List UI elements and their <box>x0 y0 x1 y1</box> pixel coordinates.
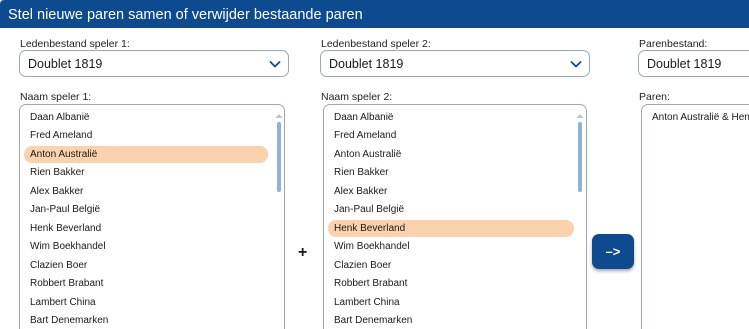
list-item[interactable]: Bart Denemarken <box>328 312 574 329</box>
list-item[interactable]: Fred Ameland <box>24 127 268 144</box>
list-item[interactable]: Robbert Brabant <box>328 275 574 292</box>
pairs-listbox[interactable]: Anton Australië & Henk Beverland <box>641 104 749 329</box>
chevron-down-icon <box>269 60 281 68</box>
player2-name-label: Naam speler 2: <box>321 91 393 103</box>
list-item[interactable]: Alex Bakker <box>24 183 268 200</box>
list-item[interactable]: Jan-Paul België <box>328 201 574 218</box>
list-item[interactable]: Lambert China <box>24 294 268 311</box>
list-item[interactable]: Henk Beverland <box>24 220 268 237</box>
list-item[interactable]: Clazien Boer <box>24 257 268 274</box>
list-item[interactable]: Clazien Boer <box>328 257 574 274</box>
player2-file-label: Ledenbestand speler 2: <box>321 38 431 50</box>
list-item[interactable]: Jan-Paul België <box>24 201 268 218</box>
player2-file-select[interactable]: Doublet 1819 <box>320 50 590 77</box>
pairs-file-value: Doublet 1819 <box>647 57 722 71</box>
list-item[interactable]: Bart Denemarken <box>24 312 268 329</box>
list-item[interactable]: Anton Australië <box>328 146 574 163</box>
chevron-down-icon <box>570 60 582 68</box>
list-item[interactable]: Rien Bakker <box>24 164 268 181</box>
list-item[interactable]: Robbert Brabant <box>24 275 268 292</box>
list-item[interactable]: Daan Albanië <box>24 109 268 126</box>
player2-listbox[interactable]: Daan Albanië Fred Ameland Anton Australië R… <box>323 104 587 329</box>
list-item[interactable]: Alex Bakker <box>328 183 574 200</box>
player1-file-value: Doublet 1819 <box>28 57 103 71</box>
player2-scroll-thumb[interactable] <box>578 122 582 192</box>
player1-name-label: Naam speler 1: <box>20 91 92 103</box>
player1-listbox[interactable]: Daan Albanië Fred Ameland Anton Australië R… <box>19 104 285 329</box>
plus-sign: + <box>298 244 308 261</box>
pairs-list-label: Paren: <box>639 91 670 103</box>
list-item[interactable]: Anton Australië <box>24 145 268 163</box>
pairs-file-label: Parenbestand: <box>639 38 708 50</box>
player1-file-select[interactable]: Doublet 1819 <box>19 50 289 77</box>
add-pair-button[interactable]: –> <box>592 234 634 269</box>
list-item[interactable]: Henk Beverland <box>328 219 574 237</box>
list-item[interactable]: Fred Ameland <box>328 127 574 144</box>
player2-file-value: Doublet 1819 <box>329 57 404 71</box>
window-title: Stel nieuwe paren samen of verwijder bes… <box>0 0 749 28</box>
pairs-file-select[interactable]: Doublet 1819 <box>638 50 749 77</box>
list-item[interactable]: Wim Boekhandel <box>328 238 574 255</box>
list-item[interactable]: Wim Boekhandel <box>24 238 268 255</box>
player1-file-label: Ledenbestand speler 1: <box>20 38 130 50</box>
player1-scroll-thumb[interactable] <box>277 122 281 192</box>
scroll-up-arrow-icon[interactable] <box>275 113 283 119</box>
list-item[interactable]: Rien Bakker <box>328 164 574 181</box>
list-item[interactable]: Lambert China <box>328 294 574 311</box>
scroll-up-arrow-icon[interactable] <box>576 113 584 119</box>
pair-item[interactable]: Anton Australië & Henk Beverland <box>652 112 749 123</box>
list-item[interactable]: Daan Albanië <box>328 109 574 126</box>
